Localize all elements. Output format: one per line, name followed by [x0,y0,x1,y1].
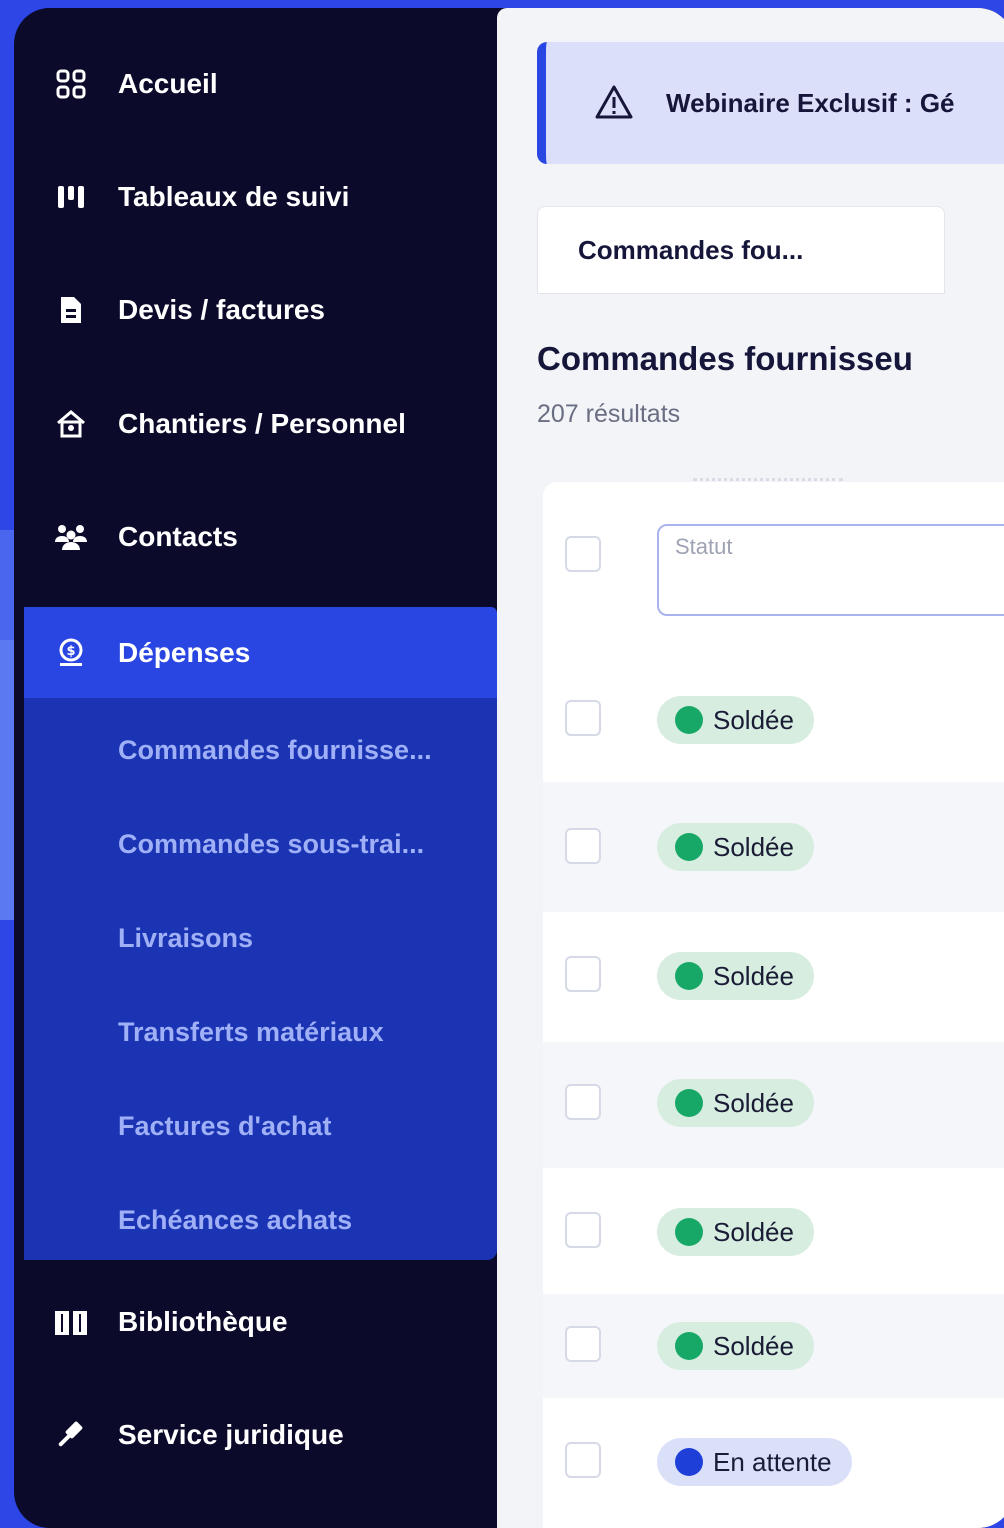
table-row[interactable]: En attente [543,1398,1004,1518]
submenu-item-transferts[interactable]: Transferts matériaux [118,1002,384,1062]
submenu-item-factures-achat[interactable]: Factures d'achat [118,1096,332,1156]
status-dot [675,833,703,861]
sidebar-item-chantiers[interactable]: Chantiers / Personnel [24,378,497,470]
submenu-item-echeances[interactable]: Echéances achats [118,1190,352,1250]
gavel-icon [24,1420,118,1450]
status-badge: Soldée [657,696,814,744]
status-badge: Soldée [657,952,814,1000]
chart-board-icon [24,182,118,212]
people-icon [24,522,118,552]
table-row[interactable]: Soldée [543,782,1004,912]
banner-text: Webinaire Exclusif : Gé [666,87,955,118]
warning-icon [595,85,633,119]
sidebar-item-label: Service juridique [118,1419,344,1450]
status-badge: Soldée [657,823,814,871]
submenu-item-livraisons[interactable]: Livraisons [118,908,253,968]
status-badge: Soldée [657,1208,814,1256]
tab-commandes-fournisseurs[interactable]: Commandes fou... [537,206,945,294]
table-row[interactable]: Soldée [543,1168,1004,1294]
status-badge: Soldée [657,1079,814,1127]
sidebar-item-contacts[interactable]: Contacts [24,491,497,583]
row-checkbox[interactable] [565,1442,601,1478]
status-filter-input[interactable]: Statut [657,524,1004,616]
orders-table: Statut Soldée Soldée Soldée Soldée Soldé… [543,478,1004,1528]
status-dot [675,1218,703,1246]
row-checkbox[interactable] [565,956,601,992]
book-icon [24,1308,118,1336]
tab-label: Commandes fou... [578,234,804,265]
page-title: Commandes fournisseu [537,340,913,377]
table-row[interactable]: Soldée [543,658,1004,782]
sidebar-item-label: Tableaux de suivi [118,181,350,212]
submenu-item-commandes-sous-traitants[interactable]: Commandes sous-trai... [118,814,424,874]
row-checkbox[interactable] [565,1084,601,1120]
svg-text:$: $ [66,644,75,659]
results-count: 207 résultats [537,400,681,428]
filter-placeholder: Statut [675,534,733,559]
sidebar-item-label: Dépenses [118,637,251,668]
money-icon: $ [24,638,118,668]
app-window: Accueil Tableaux de suivi Devis / factur… [14,8,1004,1528]
select-all-checkbox[interactable] [565,536,601,572]
sidebar-item-label: Devis / factures [118,294,325,325]
status-badge: En attente [657,1438,852,1486]
submenu-item-commandes-fournisseurs[interactable]: Commandes fournisse... [118,720,432,780]
sidebar-item-label: Contacts [118,521,238,552]
table-row[interactable]: Soldée [543,1042,1004,1168]
row-checkbox[interactable] [565,1326,601,1362]
sidebar-item-label: Chantiers / Personnel [118,408,406,439]
sidebar-item-juridique[interactable]: Service juridique [24,1389,497,1481]
sidebar-item-label: Accueil [118,68,218,99]
filter-row: Statut [543,482,1004,632]
row-checkbox[interactable] [565,828,601,864]
status-dot [675,1332,703,1360]
house-icon [24,409,118,439]
status-badge: Soldée [657,1322,814,1370]
status-dot [675,962,703,990]
announcement-banner[interactable]: Webinaire Exclusif : Gé [537,42,1004,164]
sidebar: Accueil Tableaux de suivi Devis / factur… [24,8,497,1528]
sidebar-item-bibliotheque[interactable]: Bibliothèque [24,1276,497,1368]
main-content: Webinaire Exclusif : Gé Commandes fou...… [497,8,1004,1528]
status-dot [675,1448,703,1476]
dashboard-icon [24,69,118,99]
status-dot [675,706,703,734]
sidebar-item-label: Bibliothèque [118,1306,288,1337]
document-icon [24,295,118,325]
sidebar-item-tableaux[interactable]: Tableaux de suivi [24,151,497,243]
sidebar-item-depenses[interactable]: $ Dépenses [24,607,497,699]
table-row[interactable]: Soldée [543,912,1004,1042]
sidebar-item-devis[interactable]: Devis / factures [24,264,497,356]
table-row[interactable]: Soldée [543,1294,1004,1398]
sidebar-item-accueil[interactable]: Accueil [24,38,497,130]
row-checkbox[interactable] [565,700,601,736]
row-checkbox[interactable] [565,1212,601,1248]
status-dot [675,1089,703,1117]
submenu-depenses: Commandes fournisse... Commandes sous-tr… [24,698,497,1260]
